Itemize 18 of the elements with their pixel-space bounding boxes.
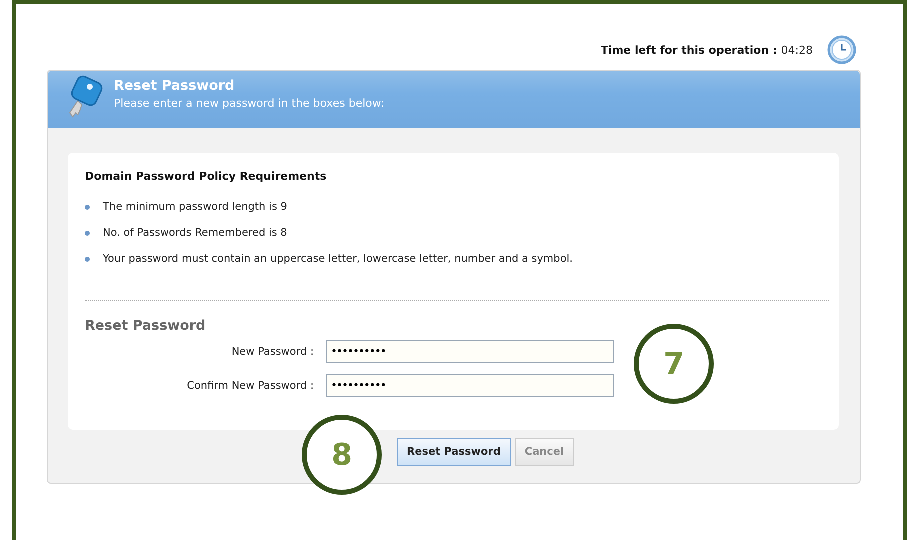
panel-subtitle: Please enter a new password in the boxes below: [114, 97, 384, 110]
timer-label: Time left for this operation : [600, 44, 778, 56]
policy-title: Domain Password Policy Requirements [85, 170, 328, 183]
field-label: Confirm New Password : [186, 380, 314, 392]
clock-icon [827, 35, 857, 65]
bullet-icon [85, 256, 90, 262]
panel-title: Reset Password [114, 78, 236, 94]
field-label: New Password : [230, 346, 314, 358]
password-field[interactable]: •••••••••• [326, 340, 614, 363]
reset-button[interactable]: Reset Password [397, 438, 511, 466]
policy-item: Your password must contain an uppercase letter, lowercase letter, number and a symbol. [103, 253, 574, 265]
form-title: Reset Password [85, 318, 207, 334]
bullet-icon [85, 204, 90, 210]
policy-item: The minimum password length is 9 [103, 201, 288, 213]
bullet-icon [85, 230, 90, 236]
password-field[interactable]: •••••••••• [326, 374, 614, 397]
policy-item: No. of Passwords Remembered is 8 [103, 227, 288, 239]
timer-value: 04:28 [781, 44, 813, 56]
